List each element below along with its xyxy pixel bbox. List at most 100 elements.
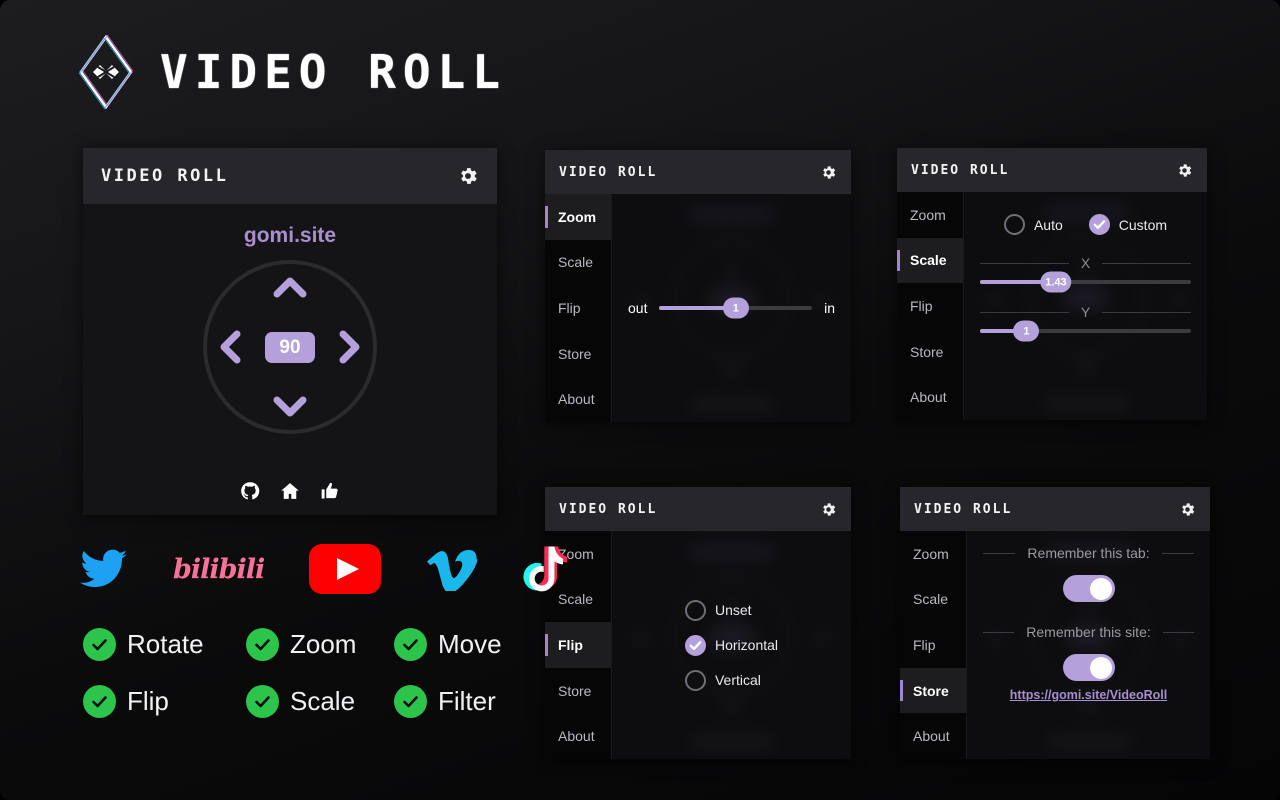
social-tiktok[interactable] [523, 546, 569, 592]
chevron-down-icon[interactable] [273, 396, 307, 418]
gear-icon[interactable] [1176, 162, 1193, 179]
flip-option-horizontal[interactable]: Horizontal [684, 634, 778, 656]
feature-label: Zoom [290, 629, 357, 659]
axis-x-header: X [980, 255, 1191, 271]
sidebar-item-about[interactable]: About [545, 713, 611, 759]
sidebar-item-zoom[interactable]: Zoom [897, 192, 963, 238]
sidebar-item-label: Scale [910, 252, 947, 269]
scale-x-thumb[interactable]: 1.43 [1040, 271, 1072, 293]
rotation-value[interactable]: 90 [265, 331, 315, 363]
sidebar-item-store[interactable]: Store [900, 667, 966, 714]
scale-popup-title: VIDEO ROLL [911, 162, 1010, 178]
social-bilibili[interactable]: bilibili [173, 546, 265, 592]
gear-icon[interactable] [457, 165, 479, 187]
store-popup-header: VIDEO ROLL [900, 487, 1210, 531]
remember-site-toggle[interactable] [1062, 654, 1115, 681]
flip-pane: Unset Horizontal Vertical [612, 531, 851, 759]
remember-tab-header: Remember this tab: [983, 545, 1195, 561]
sidebar-item-label: Zoom [558, 208, 597, 225]
zoom-popup-title: VIDEO ROLL [559, 164, 658, 180]
social-twitter[interactable] [80, 546, 128, 592]
sidebar-item-flip[interactable]: Flip [900, 622, 966, 668]
scale-y-slider[interactable]: 1 [980, 320, 1191, 342]
feature-label: Scale [290, 686, 356, 716]
youtube-icon[interactable] [309, 544, 382, 594]
twitter-icon[interactable] [80, 549, 128, 589]
flip-content: Unset Horizontal Vertical [612, 531, 851, 759]
sidebar-item-store[interactable]: Store [545, 668, 611, 714]
vimeo-icon[interactable] [426, 547, 478, 591]
flip-popup: VIDEO ROLL Zoom Scale Flip Store About U… [545, 487, 851, 759]
check-circle-icon [246, 628, 279, 661]
gear-icon[interactable] [1179, 501, 1196, 518]
sidebar-item-label: About [558, 728, 595, 745]
sidebar-item-scale[interactable]: Scale [897, 237, 963, 284]
social-vimeo[interactable] [426, 546, 478, 592]
sidebar-item-store[interactable]: Store [897, 329, 963, 375]
sidebar-item-label: Store [913, 682, 949, 699]
sidebar-item-about[interactable]: About [545, 376, 611, 422]
chevron-up-icon[interactable] [273, 276, 307, 298]
sidebar-item-about[interactable]: About [897, 374, 963, 420]
remember-tab-toggle[interactable] [1062, 575, 1115, 602]
sidebar-item-flip[interactable]: Flip [545, 622, 611, 668]
home-icon[interactable] [280, 481, 300, 501]
remember-site-header: Remember this site: [983, 624, 1195, 640]
chevron-left-icon[interactable] [219, 330, 241, 364]
rotation-dial[interactable]: 90 [203, 260, 377, 434]
scale-axis-y: Y 1 [980, 304, 1191, 342]
sidebar-item-about[interactable]: About [900, 713, 966, 759]
gear-icon[interactable] [820, 501, 837, 518]
sidebar-item-scale[interactable]: Scale [545, 240, 611, 286]
flip-option-vertical[interactable]: Vertical [684, 669, 761, 691]
diamond-logo-icon [78, 34, 134, 110]
radio-unchecked-icon[interactable] [684, 669, 706, 691]
zoom-slider[interactable]: 1 [659, 297, 813, 319]
site-link[interactable]: https://gomi.site/VideoRoll [1010, 688, 1167, 702]
store-popup-body: Zoom Scale Flip Store About Remember thi… [900, 531, 1210, 759]
social-youtube[interactable] [309, 544, 382, 594]
store-popup: VIDEO ROLL Zoom Scale Flip Store About R… [900, 487, 1210, 759]
scale-mode-custom[interactable]: Custom [1088, 214, 1167, 235]
gear-icon[interactable] [820, 164, 837, 181]
zoom-min-label: out [628, 300, 648, 316]
radio-checked-icon[interactable] [684, 634, 706, 656]
feature-scale: Scale [246, 685, 394, 718]
radio-unchecked-icon[interactable] [684, 599, 706, 621]
feature-label: Move [438, 629, 502, 659]
scale-mode-auto[interactable]: Auto [1003, 214, 1063, 235]
sidebar-item-zoom[interactable]: Zoom [545, 194, 611, 240]
main-popup-header: VIDEO ROLL [83, 148, 497, 204]
remember-site-control: https://gomi.site/VideoRoll [983, 654, 1194, 702]
axis-y-label: Y [1080, 304, 1091, 320]
sidebar-item-store[interactable]: Store [545, 331, 611, 377]
chevron-right-icon[interactable] [339, 330, 361, 364]
store-sidebar: Zoom Scale Flip Store About [900, 531, 967, 759]
store-pane: Remember this tab: Remember this site: h… [967, 531, 1210, 759]
sidebar-item-scale[interactable]: Scale [900, 577, 966, 623]
sidebar-item-zoom[interactable]: Zoom [900, 531, 966, 577]
axis-x-label: X [1080, 255, 1091, 271]
radio-checked-icon[interactable] [1088, 214, 1110, 235]
github-icon[interactable] [240, 481, 260, 501]
sidebar-item-flip[interactable]: Flip [897, 283, 963, 329]
sidebar-item-label: Flip [558, 299, 581, 316]
radio-unchecked-icon[interactable] [1003, 214, 1025, 235]
sidebar-item-flip[interactable]: Flip [545, 285, 611, 331]
remember-tab-label: Remember this tab: [1027, 545, 1150, 561]
zoom-slider-thumb[interactable]: 1 [722, 297, 749, 319]
bilibili-icon[interactable]: bilibili [173, 554, 265, 585]
flip-option-group: Unset Horizontal Vertical [684, 599, 778, 691]
scale-x-slider[interactable]: 1.43 [980, 271, 1191, 293]
scale-y-thumb[interactable]: 1 [1013, 320, 1040, 342]
scale-popup-header: VIDEO ROLL [897, 148, 1207, 192]
current-site-name: gomi.site [243, 224, 337, 247]
sidebar-item-label: About [910, 389, 947, 406]
scale-content: Auto Custom X 1.43 Y 1 [964, 192, 1207, 420]
sidebar-item-label: Store [910, 343, 944, 360]
scale-popup: VIDEO ROLL Zoom Scale Flip Store About A… [897, 148, 1207, 420]
flip-option-unset[interactable]: Unset [684, 599, 752, 621]
thumbs-up-icon[interactable] [320, 481, 340, 501]
main-popup-footer [83, 481, 497, 501]
tiktok-icon[interactable] [523, 545, 569, 593]
